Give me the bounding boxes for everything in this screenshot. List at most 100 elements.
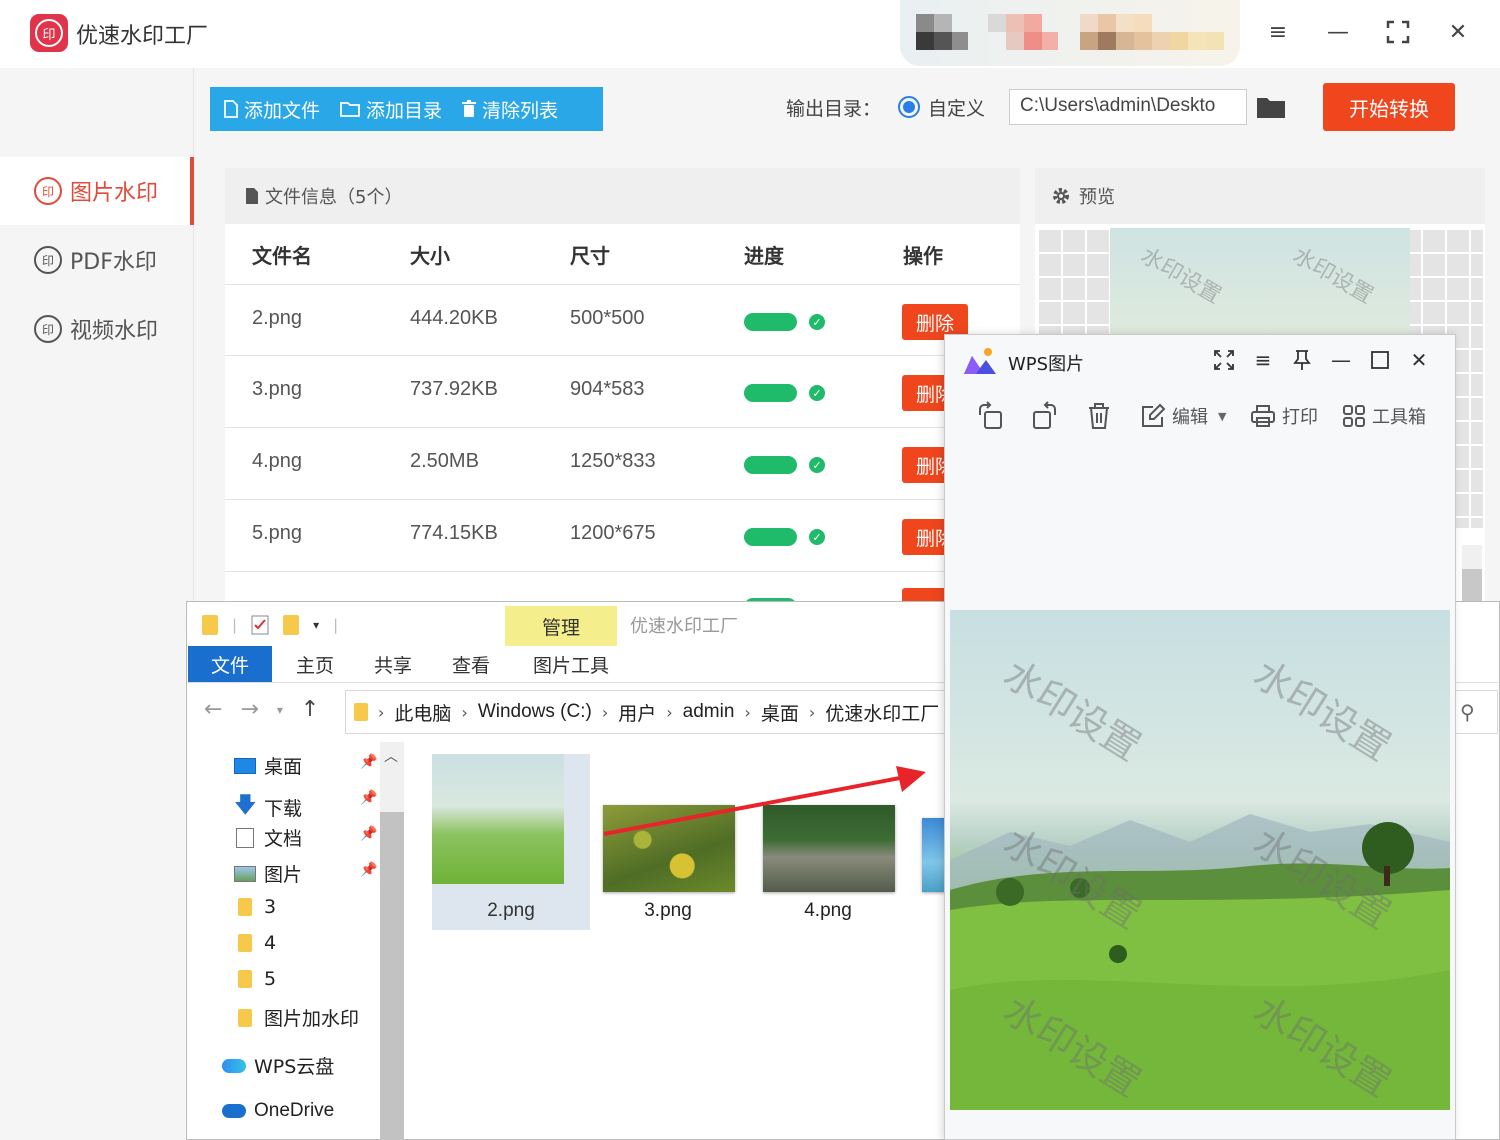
pin-icon[interactable]: 📌 <box>360 754 377 770</box>
table-row[interactable]: 2.png 444.20KB 500*500 ✓ 删除 <box>225 284 1020 356</box>
minimize-icon[interactable]: — <box>1327 346 1355 374</box>
rotate-left-icon[interactable] <box>976 400 1006 432</box>
tab-file[interactable]: 文件 <box>188 646 272 682</box>
tree-item-downloads[interactable]: 🡇 下载 <box>234 788 302 826</box>
check-icon: ✓ <box>809 529 825 545</box>
minimize-icon[interactable]: — <box>1324 18 1352 46</box>
breadcrumb-this-pc[interactable]: 此电脑 <box>394 699 451 726</box>
sidebar-item-image-watermark[interactable]: 印 图片水印 <box>0 157 194 225</box>
tree-item-label: 5 <box>264 968 277 990</box>
clear-list-label: 清除列表 <box>482 99 559 122</box>
properties-icon[interactable] <box>251 615 269 635</box>
tree-item-documents[interactable]: 文档 <box>234 824 302 851</box>
recent-locations-icon[interactable]: ▾ <box>277 703 283 717</box>
column-header-dimensions[interactable]: 尺寸 <box>570 240 610 269</box>
breadcrumb-desktop[interactable]: 桌面 <box>761 699 799 726</box>
search-icon[interactable]: ⚲ <box>1460 700 1475 724</box>
progress-bar <box>744 384 797 402</box>
sidebar-item-label: PDF水印 <box>70 250 157 275</box>
file-dimensions: 1250*833 <box>570 450 656 472</box>
delete-icon[interactable] <box>1086 400 1112 432</box>
pin-icon[interactable] <box>1288 346 1316 374</box>
tab-view[interactable]: 查看 <box>432 646 510 682</box>
column-header-size[interactable]: 大小 <box>410 240 450 269</box>
edit-icon <box>1142 403 1166 427</box>
close-icon[interactable]: ✕ <box>1444 18 1472 46</box>
tree-item-wps-cloud[interactable]: WPS云盘 <box>222 1052 334 1079</box>
new-folder-icon[interactable] <box>283 615 300 635</box>
check-icon: ✓ <box>809 385 825 401</box>
breadcrumb-users[interactable]: 用户 <box>618 699 656 726</box>
output-path-input[interactable]: C:\Users\admin\Deskto <box>1009 89 1247 125</box>
navigation-scrollbar[interactable]: ︿ <box>380 742 404 1140</box>
tree-item-desktop[interactable]: 桌面 <box>234 752 302 779</box>
column-header-progress[interactable]: 进度 <box>744 240 784 269</box>
breadcrumb-drive[interactable]: Windows (C:) <box>478 701 592 723</box>
table-row[interactable]: 5.png 774.15KB 1200*675 ✓ 删除 <box>225 500 1020 572</box>
pin-icon[interactable]: 📌 <box>360 862 377 878</box>
tree-item-label: 4 <box>264 932 277 954</box>
breadcrumb-app-folder[interactable]: 优速水印工厂 <box>825 699 939 726</box>
tree-item-label: 图片加水印 <box>264 1008 360 1030</box>
wps-logo-icon <box>964 348 996 374</box>
menu-icon[interactable]: ≡ <box>1264 18 1292 46</box>
sidebar-item-pdf-watermark[interactable]: 印 PDF水印 <box>0 226 194 294</box>
custom-dir-radio-label[interactable]: 自定义 <box>928 94 985 121</box>
toolbox-button[interactable]: 工具箱 <box>1342 400 1426 432</box>
tree-item-folder-3[interactable]: 3 <box>234 896 276 918</box>
table-row[interactable] <box>225 572 1020 602</box>
file-size: 737.92KB <box>410 378 498 400</box>
pin-icon[interactable]: 📌 <box>360 790 377 806</box>
tab-share[interactable]: 共享 <box>354 646 432 682</box>
close-icon[interactable]: ✕ <box>1405 346 1433 374</box>
file-tile-label: 2.png <box>487 900 535 921</box>
start-convert-button[interactable]: 开始转换 <box>1323 83 1455 131</box>
file-size: 2.50MB <box>410 450 479 472</box>
breadcrumb-admin[interactable]: admin <box>683 701 735 723</box>
table-row[interactable]: 4.png 2.50MB 1250*833 ✓ 删除 <box>225 428 1020 500</box>
tree-item-watermark-folder[interactable]: 图片加水印 <box>234 1004 359 1031</box>
tab-picture-tools[interactable]: 图片工具 <box>515 646 627 682</box>
sidebar-item-label: 图片水印 <box>70 181 159 206</box>
tree-item-folder-4[interactable]: 4 <box>234 932 276 954</box>
edit-button[interactable]: 编辑 ▼ <box>1140 400 1226 432</box>
file-tile-selected[interactable]: 2.png <box>432 754 590 930</box>
file-dimensions: 1200*675 <box>570 522 656 544</box>
forward-arrow-icon[interactable]: → <box>240 697 258 722</box>
custom-dir-radio[interactable] <box>898 96 920 118</box>
chevron-right-icon: › <box>808 702 816 722</box>
clear-list-button[interactable]: 清除列表 <box>462 96 558 123</box>
tab-home[interactable]: 主页 <box>276 646 354 682</box>
scroll-up-icon[interactable]: ︿ <box>384 746 398 766</box>
fit-screen-icon[interactable] <box>1210 346 1238 374</box>
add-directory-button[interactable]: 添加目录 <box>340 96 442 123</box>
file-dimensions: 500*500 <box>570 307 645 329</box>
add-directory-label: 添加目录 <box>366 99 443 122</box>
tree-item-pictures[interactable]: 图片 <box>234 860 302 887</box>
customize-dropdown-icon[interactable]: ▾ <box>313 618 319 632</box>
menu-icon[interactable]: ≡ <box>1249 346 1277 374</box>
pin-icon[interactable]: 📌 <box>360 826 377 842</box>
up-arrow-icon[interactable]: ↑ <box>301 697 319 722</box>
manage-tab[interactable]: 管理 <box>505 606 617 646</box>
app-title: 优速水印工厂 <box>76 24 209 49</box>
browse-folder-icon[interactable] <box>1256 95 1286 119</box>
maximize-icon[interactable] <box>1366 346 1394 374</box>
caret-down-icon: ▼ <box>1218 409 1227 423</box>
wps-window-title: WPS图片 <box>1008 354 1085 375</box>
table-row[interactable]: 3.png 737.92KB 904*583 ✓ 删除 <box>225 356 1020 428</box>
tree-item-folder-5[interactable]: 5 <box>234 968 276 990</box>
preview-title: 预览 <box>1079 187 1115 208</box>
tree-item-onedrive[interactable]: OneDrive <box>222 1100 334 1122</box>
rotate-right-icon[interactable] <box>1030 400 1060 432</box>
add-file-button[interactable]: 添加文件 <box>224 96 320 123</box>
print-button[interactable]: 打印 <box>1250 400 1318 432</box>
back-arrow-icon[interactable]: ← <box>204 697 222 722</box>
ribbon-tabs: 文件 主页 共享 查看 图片工具 <box>188 646 948 682</box>
file-size: 444.20KB <box>410 307 498 329</box>
column-header-action[interactable]: 操作 <box>903 240 943 269</box>
sidebar-item-video-watermark[interactable]: 印 视频水印 <box>0 295 194 363</box>
column-header-filename[interactable]: 文件名 <box>252 240 312 269</box>
folder-icon[interactable] <box>202 615 218 635</box>
fullscreen-icon[interactable] <box>1384 18 1412 46</box>
